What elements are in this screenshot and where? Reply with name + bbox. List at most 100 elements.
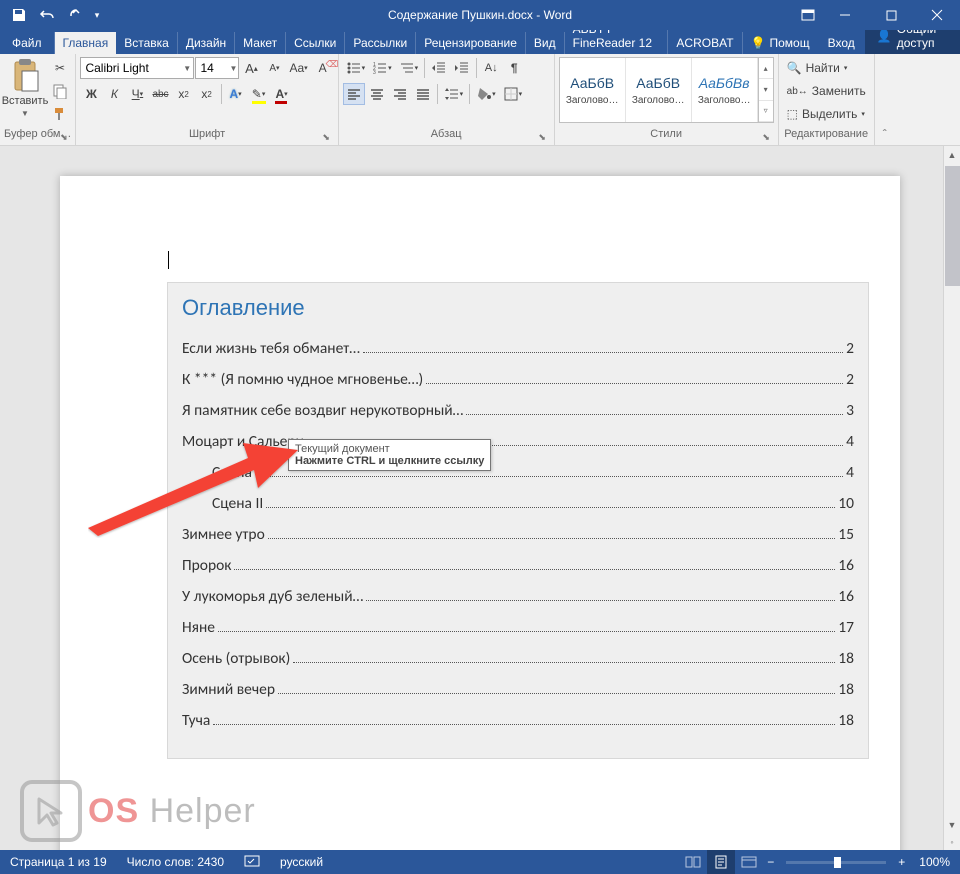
scroll-down-button[interactable]: ▼ <box>944 816 960 833</box>
subscript-button[interactable]: x2 <box>173 83 195 105</box>
collapse-ribbon-button[interactable]: ˆ <box>875 54 895 145</box>
toc-entry[interactable]: Осень (отрывок)18 <box>182 643 854 674</box>
undo-button[interactable] <box>34 3 60 27</box>
view-print-layout-button[interactable] <box>707 850 735 874</box>
toc-entry[interactable]: Если жизнь тебя обманет…2 <box>182 333 854 364</box>
tab-references[interactable]: Ссылки <box>286 32 345 54</box>
multilevel-icon <box>399 60 415 76</box>
page[interactable]: Оглавление Если жизнь тебя обманет…2К **… <box>60 176 900 850</box>
login-button[interactable]: Вход <box>818 32 865 54</box>
toc-entry-text: Няне <box>182 612 215 643</box>
toc-entry[interactable]: К *** (Я помню чудное мгновенье…)2 <box>182 364 854 395</box>
highlight-button[interactable]: ✎▾ <box>248 83 270 105</box>
style-heading3[interactable]: АаБбВвЗаголово… <box>692 58 758 122</box>
close-button[interactable] <box>914 0 960 30</box>
toc-entry[interactable]: Зимний вечер18 <box>182 674 854 705</box>
shading-button[interactable]: ▾ <box>473 83 499 105</box>
zoom-level[interactable]: 100% <box>909 850 960 874</box>
font-color-button[interactable]: A▾ <box>271 83 293 105</box>
align-left-button[interactable] <box>343 83 365 105</box>
toc-entry[interactable]: Моцарт и Сальери4 <box>182 426 854 457</box>
styles-more[interactable]: ▴▾▿ <box>758 58 773 122</box>
qat-customize-button[interactable]: ▾ <box>90 3 104 27</box>
grow-font-button[interactable]: A▴ <box>240 57 262 79</box>
clear-formatting-button[interactable]: A⌫ <box>312 57 334 79</box>
align-center-button[interactable] <box>366 83 388 105</box>
toc-entry[interactable]: У лукоморья дуб зеленый…16 <box>182 581 854 612</box>
font-size-combo[interactable]: ▼ <box>195 57 239 79</box>
bold-button[interactable]: Ж <box>80 83 102 105</box>
superscript-button[interactable]: x2 <box>196 83 218 105</box>
bullets-button[interactable]: ▾ <box>343 57 369 79</box>
zoom-slider-thumb[interactable] <box>834 857 841 868</box>
toc-entry[interactable]: Туча18 <box>182 705 854 736</box>
format-painter-button[interactable] <box>49 103 71 125</box>
increase-indent-button[interactable] <box>451 57 473 79</box>
find-button[interactable]: 🔍Найти▾ <box>783 57 870 79</box>
decrease-indent-button[interactable] <box>428 57 450 79</box>
show-marks-button[interactable]: ¶ <box>503 57 525 79</box>
save-button[interactable] <box>6 3 32 27</box>
paste-button[interactable]: Вставить ▼ <box>4 57 46 120</box>
text-effects-button[interactable]: A▾ <box>225 83 247 105</box>
font-name-combo[interactable]: ▼ <box>80 57 194 79</box>
styles-launcher[interactable]: ⬊ <box>761 132 772 143</box>
cut-button[interactable]: ✂ <box>49 57 71 79</box>
strikethrough-button[interactable]: abc <box>149 83 171 105</box>
sort-button[interactable]: A↓ <box>480 57 502 79</box>
toc-entry[interactable]: Пророк16 <box>182 550 854 581</box>
redo-button[interactable] <box>62 3 88 27</box>
borders-button[interactable]: ▾ <box>500 83 526 105</box>
zoom-in-button[interactable]: + <box>894 850 909 874</box>
minimize-button[interactable] <box>822 0 868 30</box>
vertical-scrollbar[interactable]: ▲ ▼ ◦ <box>943 146 960 850</box>
ribbon-display-options-button[interactable] <box>794 0 822 30</box>
shrink-font-button[interactable]: A▾ <box>263 57 285 79</box>
browse-object-button[interactable]: ◦ <box>944 833 960 850</box>
tab-design[interactable]: Дизайн <box>178 32 235 54</box>
view-read-mode-button[interactable] <box>679 850 707 874</box>
underline-button[interactable]: Ч▾ <box>126 83 148 105</box>
tab-view[interactable]: Вид <box>526 32 565 54</box>
status-word-count[interactable]: Число слов: 2430 <box>117 850 234 874</box>
paragraph-launcher[interactable]: ⬊ <box>537 132 548 143</box>
numbering-button[interactable]: 123▾ <box>369 57 395 79</box>
clipboard-launcher[interactable]: ⬊ <box>58 132 69 143</box>
select-button[interactable]: ⬚Выделить▾ <box>783 103 870 125</box>
tab-layout[interactable]: Макет <box>235 32 286 54</box>
italic-button[interactable]: К <box>103 83 125 105</box>
multilevel-list-button[interactable]: ▾ <box>396 57 422 79</box>
tab-review[interactable]: Рецензирование <box>416 32 526 54</box>
scroll-up-button[interactable]: ▲ <box>944 146 960 163</box>
view-web-layout-button[interactable] <box>735 850 763 874</box>
zoom-slider[interactable] <box>786 861 886 864</box>
line-spacing-button[interactable]: ▾ <box>441 83 467 105</box>
status-language[interactable]: русский <box>270 850 333 874</box>
change-case-button[interactable]: Aa▾ <box>286 57 310 79</box>
toc-entry[interactable]: Сцена II10 <box>182 488 854 519</box>
tab-home[interactable]: Главная <box>55 32 117 54</box>
tell-me-button[interactable]: 💡Помощ <box>743 32 818 54</box>
zoom-out-button[interactable]: − <box>763 850 778 874</box>
align-right-button[interactable] <box>389 83 411 105</box>
styles-gallery[interactable]: АаБбВЗаголово… АаБбВЗаголово… АаБбВвЗаго… <box>559 57 774 123</box>
tab-mailings[interactable]: Рассылки <box>345 32 416 54</box>
tab-insert[interactable]: Вставка <box>116 32 178 54</box>
style-heading1[interactable]: АаБбВЗаголово… <box>560 58 626 122</box>
scroll-thumb[interactable] <box>945 166 960 286</box>
justify-button[interactable] <box>412 83 434 105</box>
status-page[interactable]: Страница 1 из 19 <box>0 850 117 874</box>
toc-entry[interactable]: Сцена I4 <box>182 457 854 488</box>
maximize-button[interactable] <box>868 0 914 30</box>
replace-button[interactable]: ab↔Заменить <box>783 80 870 102</box>
copy-button[interactable] <box>49 80 71 102</box>
tab-acrobat[interactable]: ACROBAT <box>668 32 742 54</box>
font-launcher[interactable]: ⬊ <box>321 132 332 143</box>
toc-entry[interactable]: Няне17 <box>182 612 854 643</box>
tab-file[interactable]: Файл <box>0 32 55 54</box>
toc-entry[interactable]: Зимнее утро15 <box>182 519 854 550</box>
table-of-contents[interactable]: Оглавление Если жизнь тебя обманет…2К **… <box>168 283 868 758</box>
style-heading2[interactable]: АаБбВЗаголово… <box>626 58 692 122</box>
toc-entry[interactable]: Я памятник себе воздвиг нерукотворный…3 <box>182 395 854 426</box>
status-proofing[interactable] <box>234 850 270 874</box>
